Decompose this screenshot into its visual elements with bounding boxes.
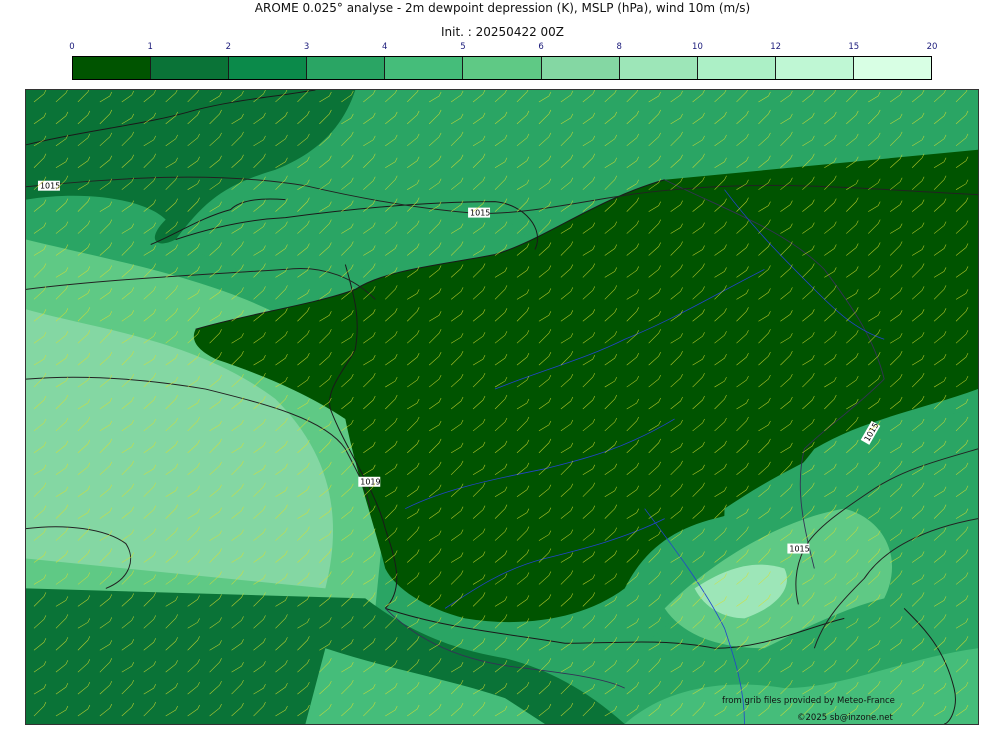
colorbar-tick-label: 4 — [382, 42, 388, 52]
colorbar-tick-label: 6 — [538, 42, 544, 52]
colorbar-tick-label: 3 — [303, 42, 310, 52]
colorbar-tick-label: 5 — [460, 42, 466, 52]
colorbar-segment — [775, 57, 854, 79]
colorbar-segment — [73, 57, 152, 79]
colorbar-ticks: 0 1 2 3 4 5 6 8 10 12 15 20 — [69, 42, 937, 54]
colorbar-segment — [541, 57, 620, 79]
isobar-label: 1019 — [360, 478, 380, 487]
colorbar-tick-label: 10 — [692, 42, 703, 52]
colorbar-tick-label: 8 — [616, 42, 622, 52]
init-time: Init. : 20250422 00Z — [440, 25, 565, 39]
colorbar-tick-label: 2 — [225, 42, 232, 52]
copyright-credit: ©2025 sb@inzone.net — [797, 713, 893, 723]
map-title: AROME 0.025° analyse - 2m dewpoint depre… — [254, 1, 751, 15]
colorbar-segment — [307, 57, 386, 79]
colorbar-segment — [463, 57, 542, 79]
colorbar-segment — [229, 57, 308, 79]
colorbar-segment — [619, 57, 698, 79]
data-source-credit: from grib files provided by Meteo-France — [722, 696, 895, 706]
colorbar-tick-label: 1 — [147, 42, 153, 52]
colorbar-tick-label: 20 — [926, 42, 938, 52]
colorbar-tick-label: 12 — [770, 42, 782, 52]
colorbar-segment — [151, 57, 230, 79]
colorbar-tick-label: 0 — [69, 42, 75, 52]
colorbar-segment — [385, 57, 464, 79]
colorbar — [72, 56, 932, 80]
isobar-label: 1015 — [40, 182, 60, 191]
colorbar-tick-label: 15 — [848, 42, 860, 52]
isobar-label: 1015 — [789, 545, 809, 554]
isobar-label: 1015 — [470, 209, 490, 218]
weather-map[interactable]: 1015 1015 1015 1019 1015 — [25, 89, 979, 725]
colorbar-segment — [697, 57, 776, 79]
colorbar-segment — [853, 57, 932, 79]
